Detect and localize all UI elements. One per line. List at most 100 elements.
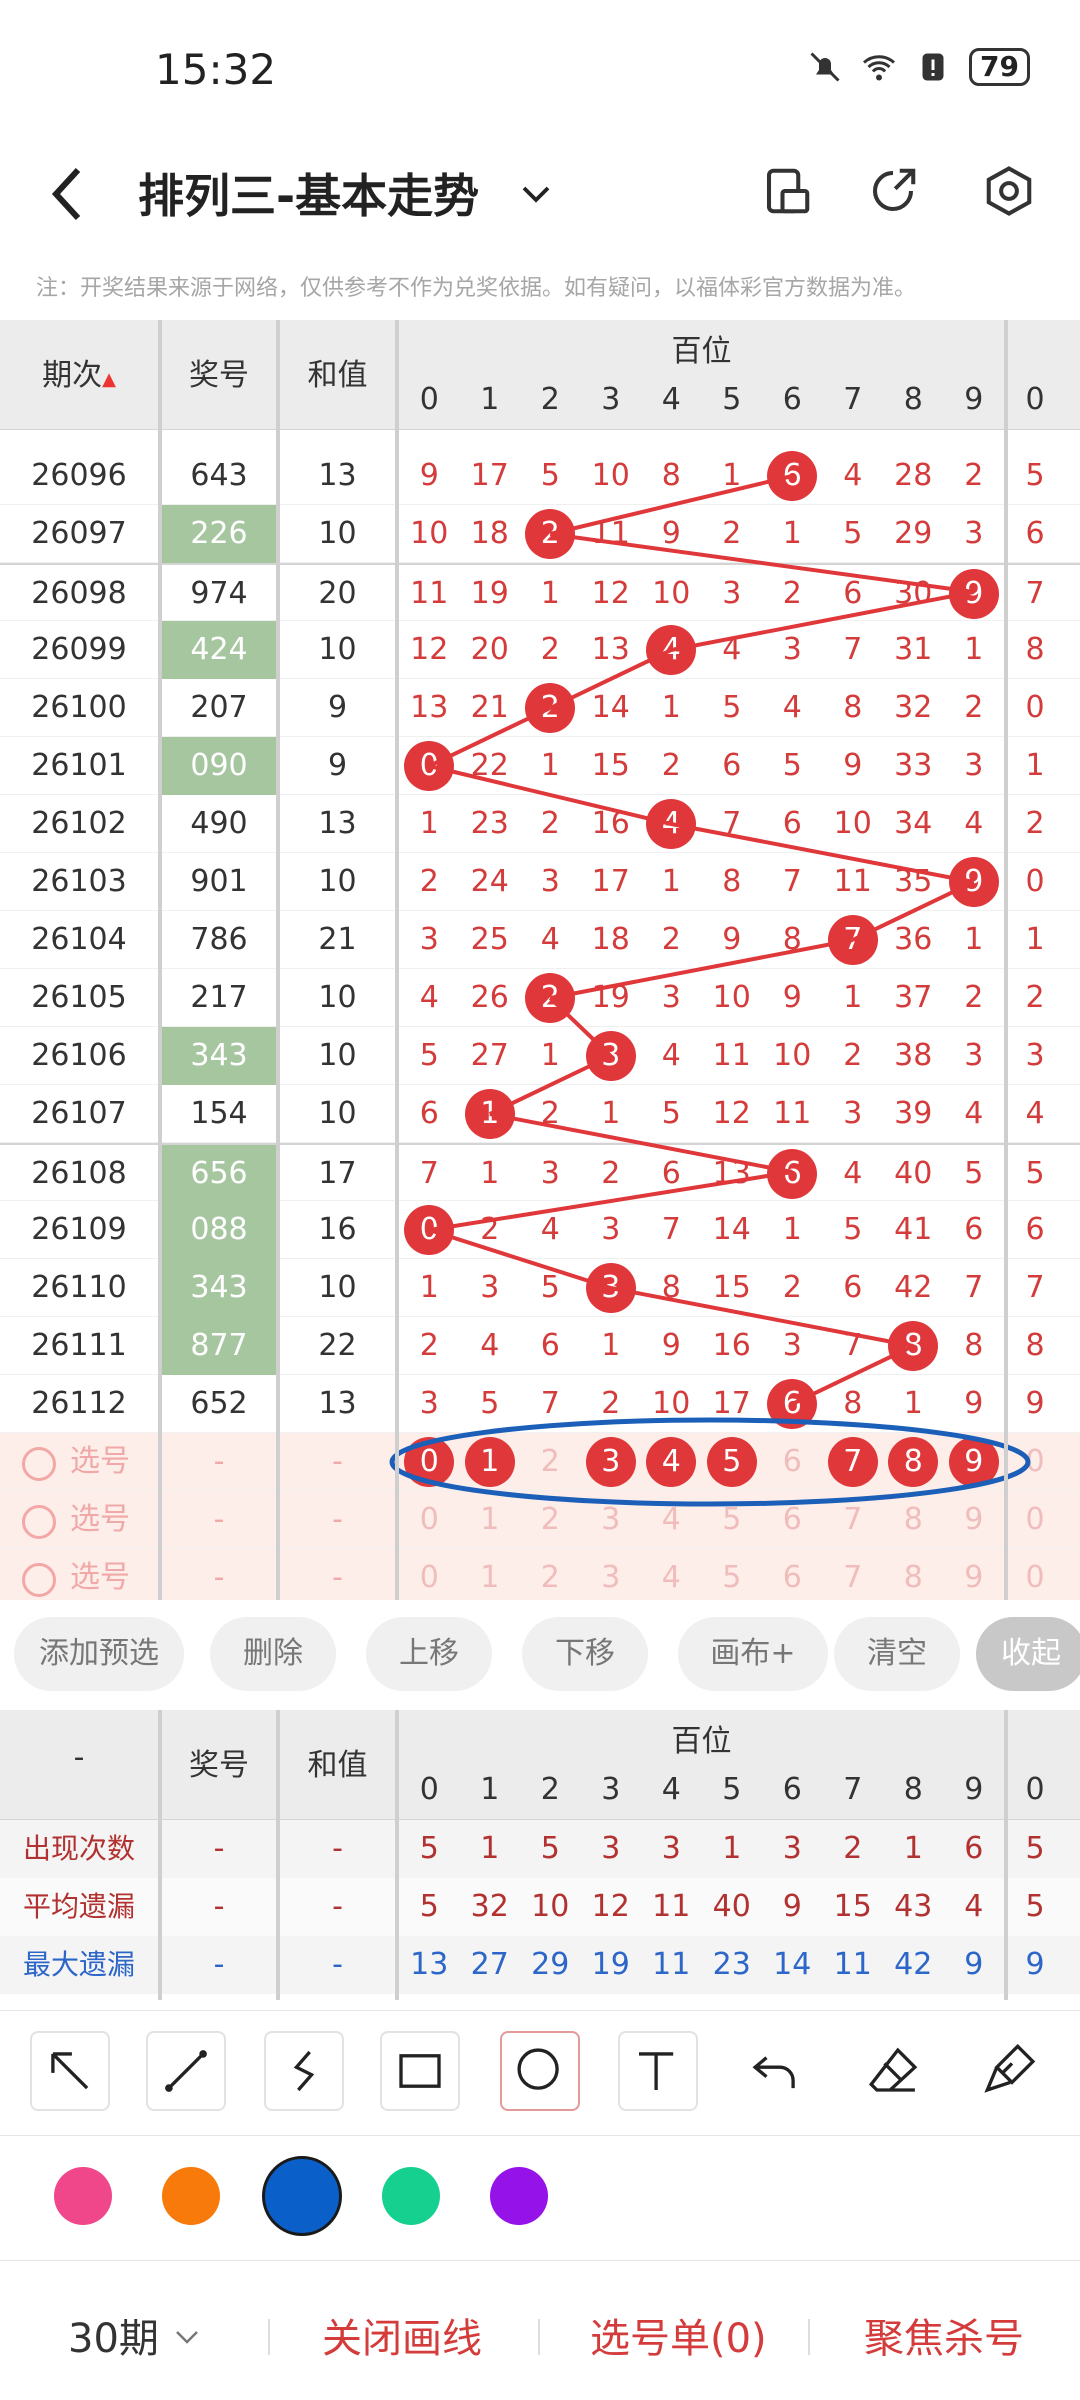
select-radio[interactable] — [22, 1505, 56, 1539]
tens-digit-cell: 5 — [1025, 1156, 1045, 1191]
action-button[interactable]: 上移 — [366, 1617, 492, 1691]
picked-ball[interactable]: 3 — [585, 1437, 636, 1487]
digit-cell: 8 — [782, 922, 802, 957]
rotate-screen-icon[interactable] — [760, 164, 814, 218]
digit-header: 5 — [722, 382, 742, 417]
stats-value: 19 — [591, 1947, 630, 1982]
eraser-icon[interactable] — [854, 2031, 934, 2111]
period-range-selector[interactable]: 30期 — [68, 2306, 202, 2364]
pick-tens-digit[interactable]: 0 — [1005, 1549, 1065, 1600]
stats-value: 9 — [964, 1947, 984, 1982]
stats-value: 1 — [480, 1831, 500, 1866]
action-button[interactable]: 下移 — [522, 1617, 648, 1691]
pick-digit[interactable]: 4 — [641, 1549, 702, 1600]
pick-digit[interactable]: 8 — [883, 1433, 944, 1491]
pick-digit[interactable]: 1 — [460, 1549, 521, 1600]
pick-digit[interactable]: 2 — [520, 1549, 581, 1600]
pick-label[interactable]: 选号 — [70, 1433, 130, 1491]
trend-table: 期次▲ 奖号 和值 百位 0123456789 0 26096 643 13 9 17 5… — [0, 320, 1080, 1600]
pick-digit[interactable]: 7 — [823, 1491, 884, 1549]
pick-digit[interactable]: 0 — [399, 1549, 460, 1600]
select-radio[interactable] — [22, 1447, 56, 1481]
pick-digit[interactable]: 0 — [399, 1491, 460, 1549]
prize-cell: 088 — [162, 1201, 276, 1259]
color-swatch[interactable] — [162, 2167, 220, 2225]
line-tool-icon[interactable] — [146, 2031, 226, 2111]
stats-value: 5 — [419, 1831, 439, 1866]
digit-cell: 42 — [894, 1270, 933, 1305]
action-button[interactable]: 收起 — [976, 1617, 1080, 1691]
pick-tens-digit[interactable]: 0 — [1005, 1433, 1065, 1491]
pick-digit[interactable]: 5 — [702, 1549, 763, 1600]
arrow-tool-icon[interactable] — [30, 2031, 110, 2111]
rectangle-tool-icon[interactable] — [380, 2031, 460, 2111]
action-button[interactable]: 画布+ — [678, 1617, 828, 1691]
select-list-button[interactable]: 选号单(0) — [590, 2306, 767, 2364]
clear-brush-icon[interactable] — [972, 2031, 1052, 2111]
color-swatch[interactable] — [490, 2167, 548, 2225]
pick-digit[interactable]: 2 — [520, 1433, 581, 1491]
curve-tool-icon[interactable] — [264, 2031, 344, 2111]
pick-digit[interactable]: 6 — [762, 1549, 823, 1600]
action-button[interactable]: 删除 — [210, 1617, 336, 1691]
pick-digit[interactable]: 7 — [823, 1433, 884, 1491]
pick-digit[interactable]: 1 — [460, 1433, 521, 1491]
pick-digit[interactable]: 9 — [944, 1549, 1005, 1600]
action-button[interactable]: 添加预选 — [14, 1617, 184, 1691]
picked-ball[interactable]: 1 — [464, 1437, 515, 1487]
picked-ball[interactable]: 9 — [948, 1437, 999, 1487]
text-tool-icon[interactable] — [618, 2031, 698, 2111]
back-icon[interactable] — [48, 164, 88, 224]
pick-digit[interactable]: 6 — [762, 1433, 823, 1491]
color-swatch[interactable] — [54, 2167, 112, 2225]
sort-icon[interactable]: ▲ — [102, 369, 116, 390]
focus-kill-button[interactable]: 聚焦杀号 — [864, 2306, 1024, 2364]
prize-cell: 974 — [190, 576, 248, 611]
pick-digit[interactable]: 4 — [641, 1491, 702, 1549]
period-cell: 26105 — [31, 980, 127, 1015]
picked-ball[interactable]: 7 — [827, 1437, 878, 1487]
pick-digit[interactable]: 3 — [581, 1549, 642, 1600]
digit-cell: 6 — [964, 1212, 984, 1247]
pick-digit[interactable]: 2 — [520, 1491, 581, 1549]
circle-tool-icon[interactable] — [500, 2031, 580, 2111]
pick-digit[interactable]: 9 — [944, 1491, 1005, 1549]
pick-digit[interactable]: 3 — [581, 1433, 642, 1491]
picked-ball[interactable]: 4 — [646, 1437, 697, 1487]
close-draw-button[interactable]: 关闭画线 — [322, 2306, 482, 2364]
period-column-header[interactable]: 期次▲ — [0, 350, 158, 394]
digit-cell: 10 — [652, 576, 691, 611]
color-swatch[interactable] — [382, 2167, 440, 2225]
page-title[interactable]: 排列三-基本走势 — [138, 160, 479, 226]
period-cell: 26108 — [31, 1156, 127, 1191]
pick-digit[interactable]: 3 — [581, 1491, 642, 1549]
pick-digit[interactable]: 6 — [762, 1491, 823, 1549]
undo-icon[interactable] — [736, 2031, 816, 2111]
picked-ball[interactable]: 0 — [404, 1437, 455, 1487]
pick-digit[interactable]: 4 — [641, 1433, 702, 1491]
pick-digit[interactable]: 5 — [702, 1491, 763, 1549]
digit-cell: 18 — [470, 516, 509, 551]
pick-digit[interactable]: 9 — [944, 1433, 1005, 1491]
pick-digit[interactable]: 8 — [883, 1491, 944, 1549]
digit-cell: 25 — [470, 922, 509, 957]
stats-label: 出现次数 — [22, 1832, 135, 1865]
hit-ball: 8 — [888, 1321, 939, 1371]
pick-digit[interactable]: 5 — [702, 1433, 763, 1491]
select-radio[interactable] — [22, 1563, 56, 1597]
action-button[interactable]: 清空 — [834, 1617, 960, 1691]
pick-digit[interactable]: 7 — [823, 1549, 884, 1600]
pick-label[interactable]: 选号 — [70, 1549, 130, 1600]
settings-icon[interactable] — [982, 164, 1036, 218]
chevron-down-icon[interactable] — [518, 176, 554, 212]
picked-ball[interactable]: 8 — [888, 1437, 939, 1487]
pick-digit[interactable]: 8 — [883, 1549, 944, 1600]
pick-label[interactable]: 选号 — [70, 1491, 130, 1549]
picked-ball[interactable]: 5 — [706, 1437, 757, 1487]
color-swatch[interactable] — [262, 2156, 342, 2236]
digit-cell: 4 — [722, 632, 742, 667]
pick-digit[interactable]: 0 — [399, 1433, 460, 1491]
pick-tens-digit[interactable]: 0 — [1005, 1491, 1065, 1549]
share-icon[interactable] — [866, 164, 920, 218]
pick-digit[interactable]: 1 — [460, 1491, 521, 1549]
